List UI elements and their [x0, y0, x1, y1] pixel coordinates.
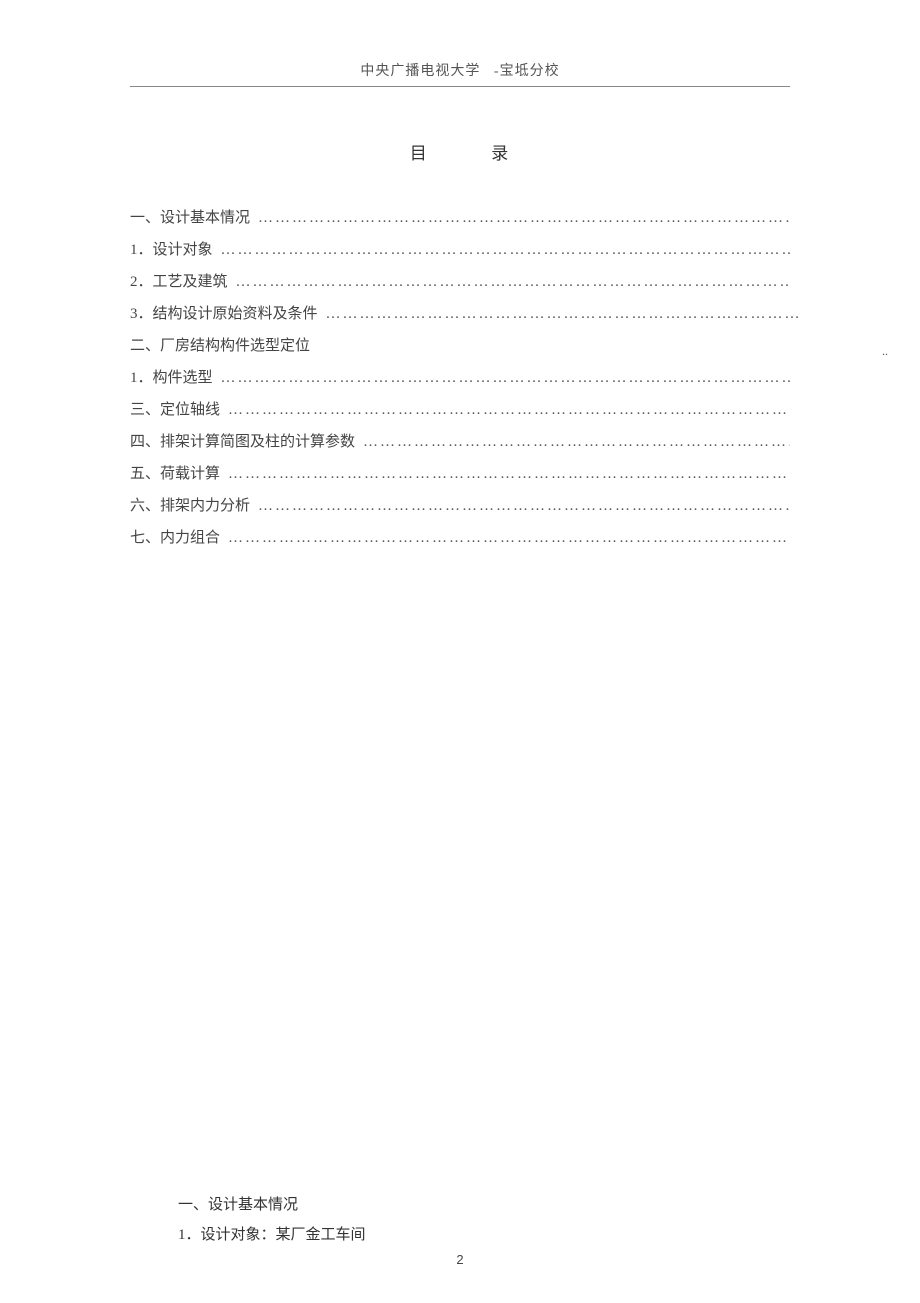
toc-label: 二、厂房结构构件选型定位 — [130, 334, 310, 358]
page-number: 2 — [0, 1252, 920, 1267]
toc-dots: …………………………………………………………………………………………………………… — [228, 398, 790, 422]
toc-title: 目 录 — [130, 139, 790, 164]
toc-entry: 2．工艺及建筑 ………………………………………………………………………………………… — [130, 270, 790, 294]
margin-dots: .. — [882, 344, 888, 359]
toc-label: 3．结构设计原始资料及条件 — [130, 302, 318, 326]
toc-entry: 四、排架计算简图及柱的计算参数 …………………………………………………………………… — [130, 430, 790, 454]
toc-dots: …………………………………………………………………………………………………………… — [258, 206, 790, 230]
toc-entry: 三、定位轴线 …………………………………………………………………………………………… — [130, 398, 790, 422]
content-section: 一、设计基本情况 1．设计对象：某厂金工车间 — [130, 1190, 790, 1250]
toc-list: 一、设计基本情况 ……………………………………………………………………………………… — [130, 206, 790, 550]
toc-entry: 1．构件选型 …………………………………………………………………………………………… — [130, 366, 790, 390]
document-page: 中央广播电视大学 -宝坻分校 目 录 一、设计基本情况 …………………………………… — [0, 0, 920, 1303]
toc-dots: …………………………………………………………………………………………………………… — [363, 430, 790, 454]
toc-label: 七、内力组合 — [130, 526, 220, 550]
toc-label: 1．设计对象 — [130, 238, 213, 262]
toc-label: 一、设计基本情况 — [130, 206, 250, 230]
toc-dots: …………………………………………………………………………………………………………… — [236, 270, 790, 294]
toc-entry: 五、荷载计算 …………………………………………………………………………………………… — [130, 462, 790, 486]
toc-dots: ………………………………………………………………………… — [326, 302, 802, 326]
toc-entry: 二、厂房结构构件选型定位…………………………………………………………………………… — [130, 334, 790, 358]
toc-label: 六、排架内力分析 — [130, 494, 250, 518]
toc-entry: 六、排架内力分析 ……………………………………………………………………………………… — [130, 494, 790, 518]
toc-label: 三、定位轴线 — [130, 398, 220, 422]
toc-dots: …………………………………………………………………………………………………………… — [228, 526, 790, 550]
toc-label: 四、排架计算简图及柱的计算参数 — [130, 430, 355, 454]
page-header: 中央广播电视大学 -宝坻分校 — [130, 60, 790, 80]
toc-label: 五、荷载计算 — [130, 462, 220, 486]
toc-label: 2．工艺及建筑 — [130, 270, 228, 294]
toc-dots: …………………………………………………………………………………………………………… — [221, 366, 790, 390]
toc-dots: …………………………………………………………………………………………………………… — [221, 238, 790, 262]
content-heading: 一、设计基本情况 — [178, 1190, 790, 1220]
blank-space — [130, 550, 790, 1190]
toc-entry: 3．结构设计原始资料及条件………………………………………………………………………… — [130, 302, 790, 326]
toc-dots: …………………………………………………………………………………………………………… — [228, 462, 790, 486]
toc-entry: 一、设计基本情况 ……………………………………………………………………………………… — [130, 206, 790, 230]
toc-label: 1．构件选型 — [130, 366, 213, 390]
toc-entry: 七、内力组合 …………………………………………………………………………………………… — [130, 526, 790, 550]
toc-dots: …………………………………………………………………………………………………………… — [258, 494, 790, 518]
content-line: 1．设计对象：某厂金工车间 — [178, 1220, 790, 1250]
header-underline — [130, 86, 790, 87]
toc-entry: 1．设计对象 …………………………………………………………………………………………… — [130, 238, 790, 262]
